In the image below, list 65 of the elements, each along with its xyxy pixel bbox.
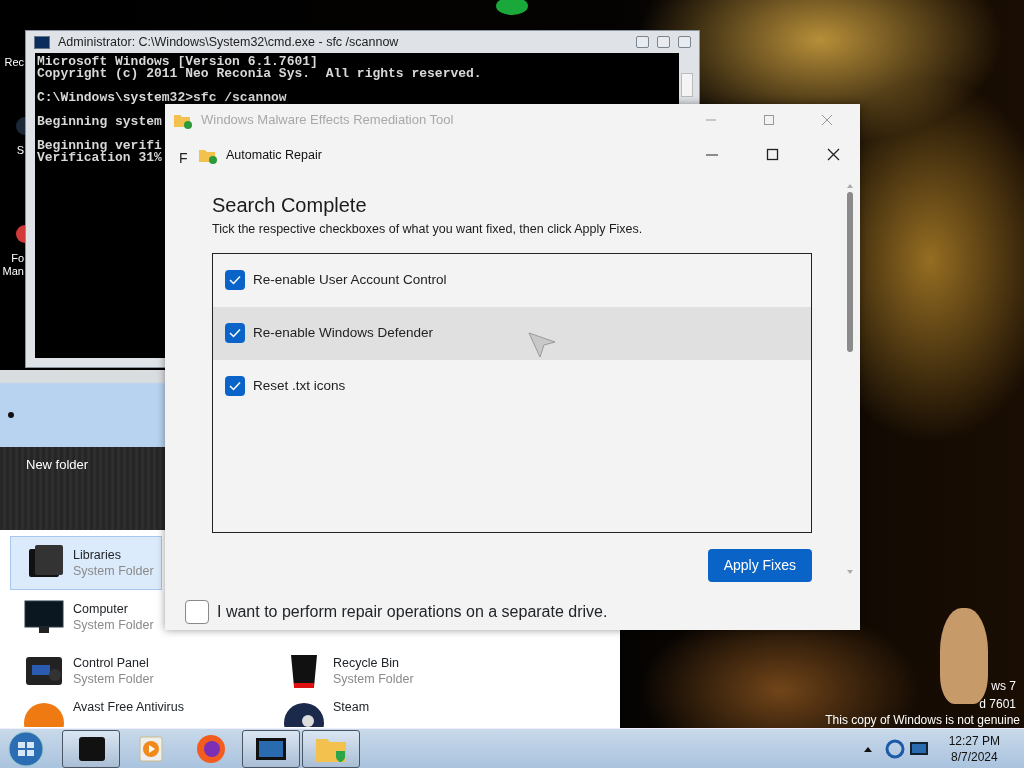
checkbox[interactable] xyxy=(185,600,209,624)
desktop-icon-label: S xyxy=(16,144,24,157)
folder-item[interactable]: Control Panel System Folder xyxy=(10,644,162,698)
instruction-text: Tick the respective checkboxes of what you want fixed, then click Apply Fixes. xyxy=(212,221,644,238)
apply-fixes-button[interactable]: Apply Fixes xyxy=(707,548,812,582)
network-icon[interactable] xyxy=(884,738,905,759)
taskbar-button[interactable] xyxy=(242,729,300,768)
fix-item[interactable]: Reset .txt icons xyxy=(213,359,811,413)
console-line: Microsoft Windows [Version 6.1.7601] xyxy=(37,56,318,68)
item-subtitle: System Folder xyxy=(333,671,414,687)
clock-date[interactable]: 8/7/2024 xyxy=(948,748,1000,765)
folder-label: New folder xyxy=(26,456,89,474)
desktop-icon-label: Rec xyxy=(4,56,24,69)
console-line: Verification 31% xyxy=(37,152,162,164)
scrollbar-thumb[interactable] xyxy=(681,73,693,97)
dialog-heading: Search Complete xyxy=(212,193,368,218)
display-icon[interactable] xyxy=(908,739,929,758)
desktop-icon-label: Man xyxy=(2,265,24,278)
activation-notice: d 7601 xyxy=(979,696,1016,712)
folder-item[interactable]: Steam xyxy=(270,698,377,728)
console-line: Copyright (c) 2011 Neo Reconia Sys. All rights reserved. xyxy=(37,68,482,80)
item-name: Control Panel xyxy=(73,655,150,671)
folder-item[interactable]: Computer System Folder xyxy=(10,590,162,644)
check-icon xyxy=(229,381,241,392)
maximize-button[interactable] xyxy=(766,148,780,162)
checkbox-label: I want to perform repair operations on a separate drive. xyxy=(217,602,608,622)
cursor-icon xyxy=(528,332,556,358)
console-line: C:\Windows\system32>sfc /scannow xyxy=(37,92,287,104)
checkbox[interactable] xyxy=(225,270,245,291)
fix-item[interactable]: Re-enable Windows Defender xyxy=(213,306,811,360)
bullet-icon xyxy=(8,411,14,418)
item-subtitle: System Folder xyxy=(73,671,154,687)
console-line: Beginning verifi xyxy=(37,140,162,152)
folder-item[interactable]: Recycle Bin System Folder xyxy=(270,644,558,698)
taskbar-button[interactable] xyxy=(62,729,120,768)
item-subtitle: System Folder xyxy=(73,563,154,579)
browser-icon xyxy=(194,732,228,765)
fix-item[interactable]: Re-enable User Account Control xyxy=(213,253,811,307)
item-name: Recycle Bin xyxy=(333,655,400,671)
folder-item[interactable]: Avast Free Antivirus xyxy=(10,698,191,728)
gadget-icon xyxy=(495,0,529,16)
window-title: Automatic Repair xyxy=(226,146,323,164)
fix-label: Re-enable User Account Control xyxy=(253,271,447,290)
checkbox[interactable] xyxy=(225,376,245,397)
taskbar-button[interactable] xyxy=(302,729,360,768)
side-letter: F xyxy=(179,149,188,168)
item-subtitle: System Folder xyxy=(73,617,154,633)
fix-label: Reset .txt icons xyxy=(253,377,346,396)
checkbox[interactable] xyxy=(225,323,245,344)
window-title: Windows Malware Effects Remediation Tool xyxy=(201,111,455,130)
folder-item[interactable]: Libraries System Folder xyxy=(10,536,162,590)
item-name: Steam xyxy=(333,699,370,715)
window-title: Administrator: C:\Windows\System32\cmd.exe - sfc /scannow xyxy=(58,33,400,51)
item-name: Avast Free Antivirus xyxy=(73,699,184,715)
console-icon xyxy=(34,35,50,49)
activation-notice: ws 7 xyxy=(991,678,1016,694)
desktop-icon-label: Fo xyxy=(11,252,24,265)
item-name: Libraries xyxy=(73,547,122,563)
item-name: Computer xyxy=(73,601,129,617)
activation-notice: This copy of Windows is not genuine xyxy=(825,712,1020,728)
fix-label: Re-enable Windows Defender xyxy=(253,324,434,343)
console-line: Beginning system xyxy=(37,116,162,128)
clock-time[interactable]: 12:27 PM xyxy=(948,732,1000,749)
check-icon xyxy=(229,328,241,339)
check-icon xyxy=(229,275,241,286)
